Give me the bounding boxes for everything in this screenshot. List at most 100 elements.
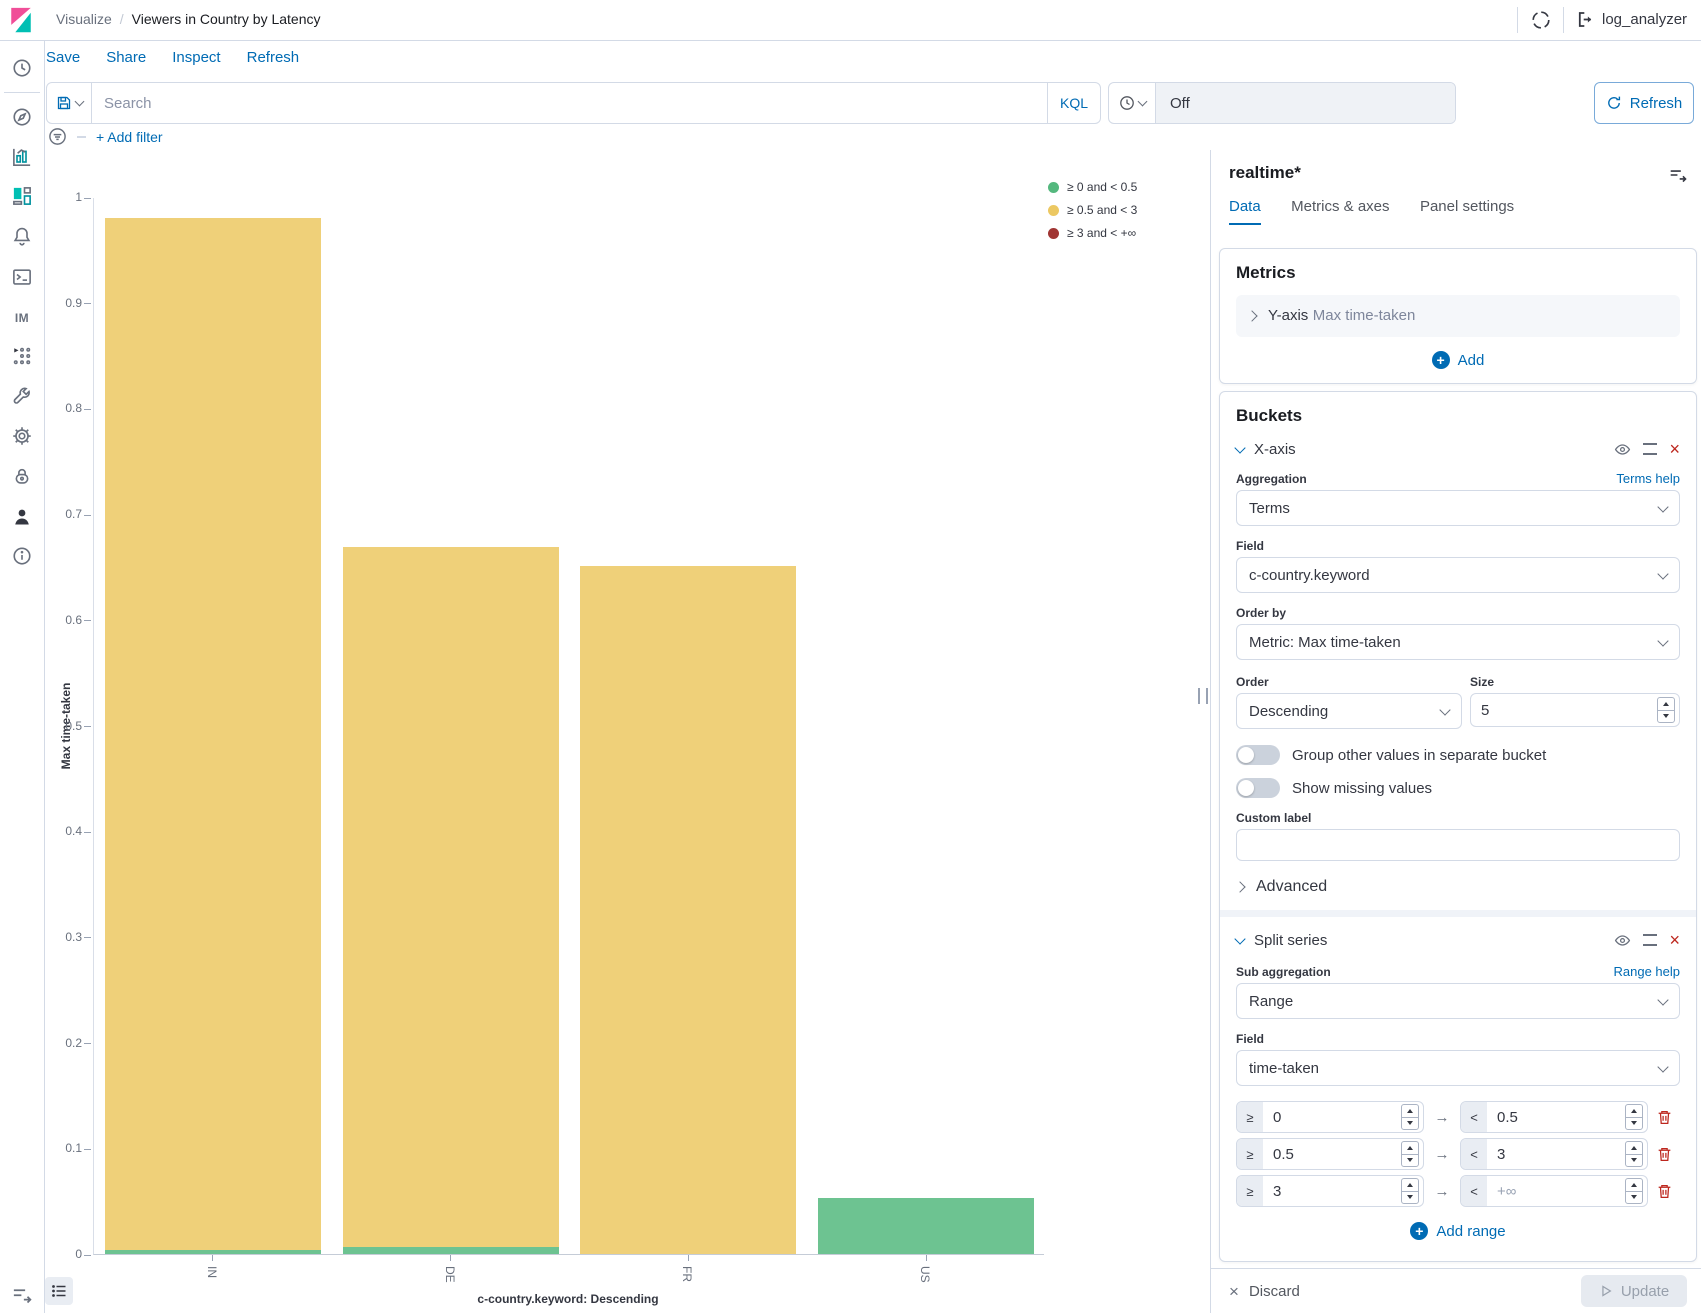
- kql-syntax-button[interactable]: KQL: [1047, 83, 1100, 123]
- dashboard-icon[interactable]: [12, 186, 32, 206]
- eye-icon[interactable]: [1614, 932, 1631, 949]
- legend-item[interactable]: ≥ 0.5 and < 3: [1048, 203, 1137, 217]
- add-filter-button[interactable]: + Add filter: [96, 129, 163, 145]
- add-metric-button[interactable]: + Add: [1236, 351, 1680, 369]
- remove-split-series-icon[interactable]: ×: [1669, 931, 1680, 949]
- bar-segment-DE[interactable]: [343, 1247, 559, 1254]
- delete-range-trash-icon[interactable]: [1656, 1146, 1673, 1163]
- eye-icon[interactable]: [1614, 441, 1631, 458]
- recent-clock-icon[interactable]: [12, 58, 32, 78]
- bar-segment-FR[interactable]: [580, 566, 796, 1254]
- stepper-icon[interactable]: [1657, 697, 1675, 723]
- range-from-input[interactable]: [1263, 1183, 1401, 1200]
- refresh-interval-value[interactable]: Off: [1156, 83, 1455, 123]
- user-menu[interactable]: log_analyzer: [1576, 10, 1687, 29]
- range-to-input[interactable]: [1487, 1146, 1625, 1163]
- y-tick-mark: [84, 832, 91, 833]
- visualize-chart-icon[interactable]: [12, 147, 32, 167]
- security-lock-icon[interactable]: [12, 466, 32, 486]
- group-other-toggle-row: Group other values in separate bucket: [1236, 745, 1680, 765]
- group-other-toggle[interactable]: [1236, 745, 1280, 765]
- drag-handle-icon[interactable]: [1643, 934, 1657, 946]
- dev-tools-console-icon[interactable]: [12, 267, 32, 287]
- kibana-logo[interactable]: [8, 7, 34, 33]
- stepper-icon[interactable]: [1401, 1178, 1419, 1204]
- search-input[interactable]: [92, 83, 1047, 123]
- delete-range-trash-icon[interactable]: [1656, 1109, 1673, 1126]
- legend-item[interactable]: ≥ 0 and < 0.5: [1048, 180, 1137, 194]
- bar-segment-DE[interactable]: [343, 547, 559, 1247]
- tab-panel-settings[interactable]: Panel settings: [1420, 198, 1514, 223]
- delete-range-trash-icon[interactable]: [1656, 1183, 1673, 1200]
- x-tick-label: IN: [205, 1266, 219, 1278]
- y-tick-mark: [84, 1255, 91, 1256]
- query-refresh-button[interactable]: Refresh: [1594, 82, 1694, 124]
- alerts-bell-icon[interactable]: [12, 226, 32, 246]
- time-picker-clock-button[interactable]: [1109, 83, 1156, 123]
- add-range-button[interactable]: + Add range: [1236, 1222, 1680, 1240]
- aggregation-select[interactable]: Terms: [1236, 490, 1680, 526]
- x-tick-mark: [926, 1255, 927, 1261]
- range-to-input[interactable]: [1487, 1183, 1625, 1200]
- save-button[interactable]: Save: [46, 49, 80, 66]
- field-select[interactable]: c-country.keyword: [1236, 557, 1680, 593]
- size-input[interactable]: [1471, 702, 1657, 719]
- plus-circle-icon: +: [1410, 1222, 1428, 1240]
- bar-segment-US[interactable]: [818, 1198, 1034, 1254]
- y-axis-metric-row[interactable]: Y-axis Max time-taken: [1236, 295, 1680, 337]
- range-to-input[interactable]: [1487, 1109, 1625, 1126]
- custom-label-input[interactable]: [1236, 829, 1680, 861]
- stepper-icon[interactable]: [1401, 1104, 1419, 1130]
- terms-help-link[interactable]: Terms help: [1616, 471, 1680, 486]
- info-circle-icon[interactable]: [12, 546, 32, 566]
- collapse-menu-icon[interactable]: [12, 1284, 32, 1304]
- inspect-button[interactable]: Inspect: [172, 49, 220, 66]
- user-profile-person-icon[interactable]: [12, 507, 32, 527]
- refresh-link[interactable]: Refresh: [247, 49, 300, 66]
- remove-x-axis-icon[interactable]: ×: [1669, 440, 1680, 458]
- breadcrumb-section[interactable]: Visualize: [56, 11, 112, 27]
- stepper-icon[interactable]: [1625, 1104, 1643, 1130]
- chevron-down-icon: [1234, 442, 1245, 453]
- spaces-icon[interactable]: [1531, 10, 1551, 30]
- order-select[interactable]: Descending: [1236, 693, 1462, 729]
- stepper-icon[interactable]: [1625, 1141, 1643, 1167]
- split-field-select[interactable]: time-taken: [1236, 1050, 1680, 1086]
- discover-compass-icon[interactable]: [12, 107, 32, 127]
- x-axis-section-header[interactable]: X-axis ×: [1236, 440, 1680, 458]
- index-management-im-icon[interactable]: IM: [12, 308, 32, 328]
- ml-jobs-grid-icon[interactable]: [12, 346, 32, 366]
- saved-query-menu-button[interactable]: [47, 83, 92, 123]
- tab-data[interactable]: Data: [1229, 198, 1261, 225]
- discard-button[interactable]: × Discard: [1229, 1283, 1300, 1300]
- drag-handle-icon[interactable]: [1643, 443, 1657, 455]
- panel-resize-handle[interactable]: [1198, 688, 1208, 704]
- split-series-section-header[interactable]: Split series ×: [1236, 931, 1680, 949]
- sub-aggregation-select[interactable]: Range: [1236, 983, 1680, 1019]
- legend-item[interactable]: ≥ 3 and < +∞: [1048, 226, 1137, 240]
- legend-toggle-button[interactable]: [45, 1277, 73, 1305]
- order-by-select[interactable]: Metric: Max time-taken: [1236, 624, 1680, 660]
- arrow-right-icon: →: [1432, 1183, 1452, 1200]
- management-gear-icon[interactable]: [12, 426, 32, 446]
- update-button[interactable]: Update: [1581, 1275, 1687, 1307]
- range-to-group: <: [1460, 1175, 1648, 1207]
- share-button[interactable]: Share: [106, 49, 146, 66]
- bar-segment-IN[interactable]: [105, 218, 321, 1250]
- range-from-input[interactable]: [1263, 1146, 1401, 1163]
- stepper-icon[interactable]: [1401, 1141, 1419, 1167]
- stack-tools-wrench-icon[interactable]: [12, 386, 32, 406]
- tab-metrics-axes[interactable]: Metrics & axes: [1291, 198, 1389, 223]
- stepper-icon[interactable]: [1625, 1178, 1643, 1204]
- advanced-accordion[interactable]: Advanced: [1236, 878, 1680, 896]
- legend-label: ≥ 3 and < +∞: [1067, 226, 1136, 240]
- collapse-panel-icon[interactable]: [1669, 166, 1687, 184]
- range-from-input[interactable]: [1263, 1109, 1401, 1126]
- filter-menu-icon[interactable]: [48, 127, 67, 146]
- close-icon: ×: [1229, 1283, 1239, 1300]
- app-sidebar: IM: [0, 40, 45, 1313]
- show-missing-toggle[interactable]: [1236, 778, 1280, 798]
- visualization-editor-panel: realtime* Data Metrics & axes Panel sett…: [1211, 150, 1701, 1268]
- bar-segment-IN[interactable]: [105, 1250, 321, 1254]
- range-help-link[interactable]: Range help: [1614, 964, 1681, 979]
